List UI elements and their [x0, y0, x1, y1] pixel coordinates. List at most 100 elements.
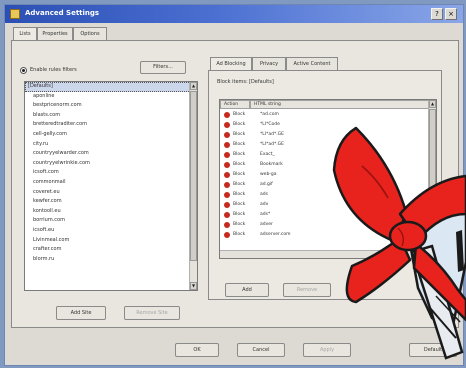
rule-html-string: Exact_: [260, 152, 275, 157]
site-list-item[interactable]: borrium.com: [25, 216, 197, 226]
rule-row[interactable]: Block ad.gif: [220, 180, 420, 190]
default-button[interactable]: Default: [409, 343, 457, 357]
column-header-action[interactable]: Action: [220, 100, 250, 109]
block-icon: [224, 192, 230, 198]
site-list[interactable]: [Defaults] aponline bestpricenorm.com blast…: [24, 81, 198, 291]
tab-options[interactable]: Options: [73, 27, 107, 40]
rule-action: Block: [233, 172, 246, 177]
block-icon: [224, 162, 230, 168]
rules-list[interactable]: Action HTML string Block *ad.com Block *LI*…: [219, 99, 437, 259]
site-list-item[interactable]: commonmail: [25, 178, 197, 188]
rule-row[interactable]: Block ads: [220, 190, 420, 200]
help-button[interactable]: ?: [431, 8, 443, 20]
rule-row[interactable]: Block *LI*ad*.GE: [220, 140, 420, 150]
site-list-item[interactable]: city.ru: [25, 140, 197, 150]
block-icon: [224, 172, 230, 178]
rule-row[interactable]: Block *LI*Code: [220, 120, 420, 130]
site-list-item[interactable]: blasts.com: [25, 111, 197, 121]
app-icon: [10, 9, 20, 19]
site-list-item[interactable]: bestpricenorm.com: [25, 101, 197, 111]
cancel-button[interactable]: Cancel: [237, 343, 285, 357]
rule-html-string: *LI*ad*.GE: [260, 142, 284, 147]
lists-tab-panel: Enable rules filters Filters... [Default…: [11, 40, 459, 328]
title-bar: Advanced Settings ? ×: [5, 5, 463, 23]
rule-action: Block: [233, 162, 246, 167]
block-icon: [224, 122, 230, 128]
block-icon: [224, 132, 230, 138]
block-icon: [224, 202, 230, 208]
site-list-item[interactable]: crafter.com: [25, 245, 197, 255]
rules-scroll-up-icon[interactable]: ▲: [429, 100, 436, 108]
rule-action: Block: [233, 182, 246, 187]
rule-html-string: *LI*Code: [260, 122, 280, 127]
remove-rule-button[interactable]: Remove: [283, 283, 331, 297]
site-list-item[interactable]: aponline: [25, 92, 197, 102]
block-items-label: Block items:: [217, 79, 248, 85]
site-list-item[interactable]: blorm.ru: [25, 255, 197, 265]
block-icon: [224, 152, 230, 158]
ok-button[interactable]: OK: [175, 343, 219, 357]
rules-list-scrollbar[interactable]: ▲ ▼: [428, 100, 436, 258]
tab-properties[interactable]: Properties: [37, 27, 73, 40]
rule-row[interactable]: Block Bookmark: [220, 160, 420, 170]
rule-html-string: Bookmark: [260, 162, 283, 167]
site-list-item[interactable]: countryyelwrinkie.com: [25, 159, 197, 169]
tab-ad-blocking[interactable]: Ad Blocking: [210, 57, 252, 70]
remove-site-button[interactable]: Remove Site: [124, 306, 180, 320]
site-list-item[interactable]: icsoft.eu: [25, 226, 197, 236]
close-button[interactable]: ×: [445, 8, 457, 20]
apply-button[interactable]: Apply: [303, 343, 351, 357]
site-list-scrollbar[interactable]: ▲ ▼: [189, 82, 197, 290]
rule-html-string: *ad.com: [260, 112, 279, 117]
rule-html-string: *LI*ad*.GE: [260, 132, 284, 137]
rule-row[interactable]: Block ads*: [220, 210, 420, 220]
rule-row[interactable]: Block Exact_: [220, 150, 420, 160]
ad-blocking-panel: Block items: [Defaults] Action HTML stri…: [208, 70, 442, 300]
site-list-item[interactable]: [Defaults]: [25, 82, 197, 92]
rule-action: Block: [233, 222, 246, 227]
window-title: Advanced Settings: [25, 9, 100, 17]
add-site-button[interactable]: Add Site: [56, 306, 106, 320]
rules-scroll-down-icon[interactable]: ▼: [429, 242, 436, 250]
rule-row[interactable]: Block adver: [220, 220, 420, 230]
filters-button[interactable]: Filters...: [140, 61, 186, 74]
column-header-html-string[interactable]: HTML string: [250, 100, 430, 109]
rule-html-string: ad.gif: [260, 182, 273, 187]
site-list-item[interactable]: kewfer.com: [25, 197, 197, 207]
enable-filters-label: Enable rules filters: [30, 67, 77, 73]
rule-html-string: adserver.com: [260, 232, 291, 237]
rule-row[interactable]: Block *LI*ad*.GE: [220, 130, 420, 140]
scroll-down-arrow-icon[interactable]: ▼: [190, 282, 197, 290]
rule-action: Block: [233, 142, 246, 147]
tab-lists[interactable]: Lists: [13, 27, 37, 40]
scroll-up-arrow-icon[interactable]: ▲: [190, 82, 197, 90]
rules-horizontal-scrollbar[interactable]: [220, 250, 436, 258]
site-list-item[interactable]: kontooll.eu: [25, 207, 197, 217]
advanced-settings-window: Advanced Settings ? × Lists Properties O…: [4, 4, 464, 366]
rule-action: Block: [233, 232, 246, 237]
tab-active-content[interactable]: Active Content: [286, 57, 338, 70]
site-list-item[interactable]: countryyelwarder.com: [25, 149, 197, 159]
rule-row[interactable]: Block *ad.com: [220, 110, 420, 120]
rule-html-string: ads*: [260, 212, 271, 217]
tab-privacy[interactable]: Privacy: [252, 57, 286, 70]
block-icon: [224, 212, 230, 218]
rule-html-string: adver: [260, 222, 273, 227]
rule-action: Block: [233, 192, 246, 197]
scroll-thumb[interactable]: [190, 91, 197, 261]
rule-row[interactable]: Block adv: [220, 200, 420, 210]
add-rule-button[interactable]: Add: [225, 283, 269, 297]
site-list-item[interactable]: bretteredtraditer.com: [25, 120, 197, 130]
block-icon: [224, 222, 230, 228]
site-list-item[interactable]: icsoft.com: [25, 168, 197, 178]
block-icon: [224, 182, 230, 188]
site-list-item[interactable]: cell-gelly.com: [25, 130, 197, 140]
rule-action: Block: [233, 122, 246, 127]
site-list-item[interactable]: coveret.eu: [25, 188, 197, 198]
site-list-item[interactable]: Livinmeal.com: [25, 236, 197, 246]
rule-row[interactable]: Block web-ga: [220, 170, 420, 180]
rules-scroll-thumb[interactable]: [429, 109, 436, 229]
enable-filters-radio[interactable]: [20, 67, 27, 74]
rule-action: Block: [233, 212, 246, 217]
rule-row[interactable]: Block adserver.com: [220, 230, 420, 240]
